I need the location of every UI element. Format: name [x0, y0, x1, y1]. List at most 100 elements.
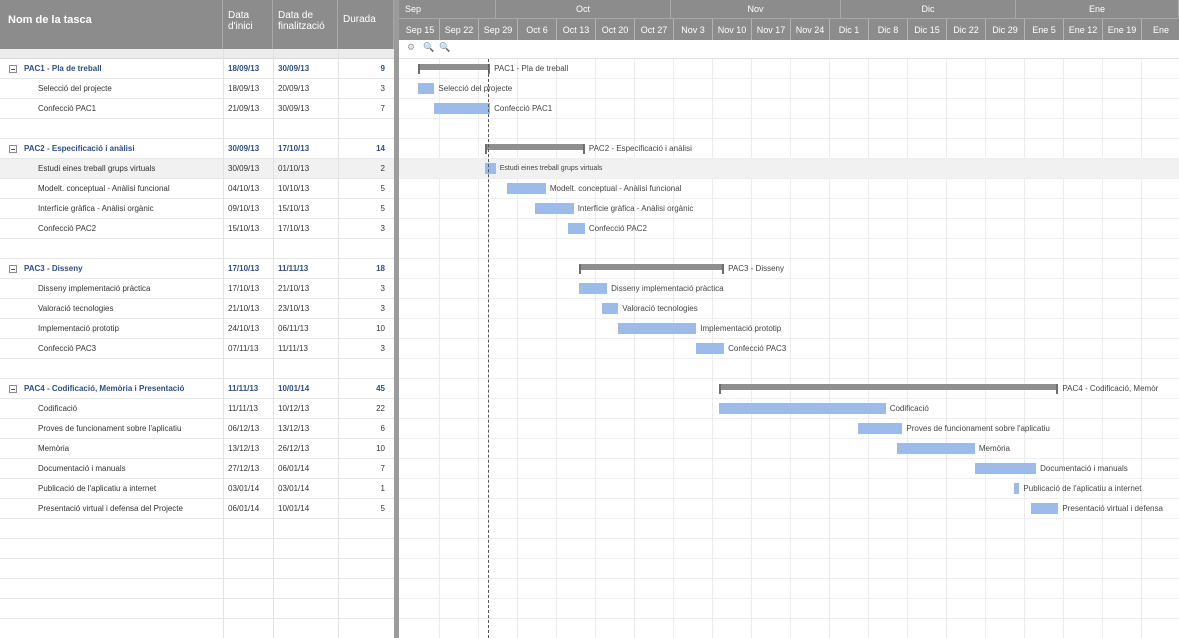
task-bar-label: Presentació virtual i defensa — [1062, 504, 1163, 513]
task-bar[interactable] — [857, 423, 903, 434]
column-header-end[interactable]: Data de finalització — [273, 0, 338, 49]
task-row[interactable]: Confecció PAC1 21/09/13 30/09/13 7 — [0, 99, 394, 119]
task-bar[interactable] — [484, 163, 496, 174]
task-group-row[interactable]: PAC1 - Pla de treball 18/09/13 30/09/13 9 — [0, 59, 394, 79]
task-bar[interactable] — [696, 343, 725, 354]
summary-bar[interactable] — [579, 264, 725, 274]
task-start-date: 18/09/13 — [228, 64, 260, 73]
task-row[interactable]: Confecció PAC3 07/11/13 11/11/13 3 — [0, 339, 394, 359]
summary-bar[interactable] — [417, 64, 491, 74]
task-row[interactable]: Implementació prototip 24/10/13 06/11/13 10 — [0, 319, 394, 339]
task-row[interactable]: Codificació 11/11/13 10/12/13 22 — [0, 399, 394, 419]
task-name: PAC4 - Codificació, Memòria i Presentaci… — [24, 384, 185, 393]
task-bar[interactable] — [1013, 483, 1020, 494]
task-row — [0, 239, 394, 259]
task-row[interactable]: Disseny implementació pràctica 17/10/13 21… — [0, 279, 394, 299]
gantt-row: Codificació — [399, 399, 1179, 419]
column-header-name[interactable]: Nom de la tasca — [0, 0, 223, 49]
task-bar-label: Memòria — [978, 444, 1010, 453]
gantt-row: Confecció PAC1 — [399, 99, 1179, 119]
task-bar[interactable] — [534, 203, 574, 214]
task-start-date: 30/09/13 — [228, 164, 260, 173]
zoom-out-icon[interactable]: 🔍 — [439, 42, 450, 53]
task-row[interactable]: Estudi eines treball grups virtuals 30/09… — [0, 159, 394, 179]
task-duration: 10 — [376, 324, 385, 333]
task-bar[interactable] — [568, 223, 585, 234]
task-row[interactable]: Interfície gràfica - Anàlisi orgànic 09/1… — [0, 199, 394, 219]
task-name: Selecció del projecte — [38, 84, 112, 93]
task-name: Estudi eines treball grups virtuals — [38, 164, 156, 173]
task-name: Proves de funcionament sobre l'aplicatiu — [38, 424, 182, 433]
task-bar[interactable] — [718, 403, 886, 414]
grid-header-spacer — [0, 49, 394, 59]
task-bar-label: Proves de funcionament sobre l'aplicatiu — [906, 424, 1050, 433]
today-marker — [488, 59, 489, 638]
task-end-date: 17/10/13 — [278, 144, 310, 153]
task-bar[interactable] — [974, 463, 1037, 474]
task-bar[interactable] — [618, 323, 697, 334]
task-row[interactable]: Documentació i manuals 27/12/13 06/01/14 7 — [0, 459, 394, 479]
task-row[interactable]: Presentació virtual i defensa del Projec… — [0, 499, 394, 519]
summary-bar[interactable] — [484, 144, 586, 154]
column-header-start[interactable]: Data d'inici — [223, 0, 273, 49]
task-start-date: 06/01/14 — [228, 504, 260, 513]
task-bar-label: Disseny implementació pràctica — [611, 284, 724, 293]
month-header: Dic — [841, 0, 1016, 18]
gantt-row — [399, 599, 1179, 619]
gantt-row: Interfície gràfica - Anàlisi orgànic — [399, 199, 1179, 219]
task-bar[interactable] — [506, 183, 546, 194]
task-row[interactable]: Memòria 13/12/13 26/12/13 10 — [0, 439, 394, 459]
task-end-date: 30/09/13 — [278, 104, 310, 113]
task-bar[interactable] — [579, 283, 608, 294]
week-header: Dic 1 — [830, 19, 869, 41]
task-duration: 3 — [380, 84, 385, 93]
task-group-row[interactable]: PAC3 - Disseny 17/10/13 11/11/13 18 — [0, 259, 394, 279]
month-header: Sep — [399, 0, 496, 18]
task-bar[interactable] — [601, 303, 619, 314]
gantt-row: Confecció PAC2 — [399, 219, 1179, 239]
task-start-date: 15/10/13 — [228, 224, 260, 233]
task-bar-label: Publicació de l'aplicatiu a internet — [1023, 484, 1142, 493]
week-header: Dic 22 — [947, 19, 986, 41]
task-end-date: 11/11/13 — [278, 344, 308, 353]
settings-icon[interactable]: ⚙ — [407, 42, 415, 53]
week-header: Dic 29 — [986, 19, 1025, 41]
task-group-row[interactable]: PAC4 - Codificació, Memòria i Presentaci… — [0, 379, 394, 399]
task-end-date: 06/11/13 — [278, 324, 309, 333]
task-row — [0, 619, 394, 638]
task-end-date: 26/12/13 — [278, 444, 310, 453]
task-duration: 2 — [380, 164, 385, 173]
task-row[interactable]: Confecció PAC2 15/10/13 17/10/13 3 — [0, 219, 394, 239]
week-header: Nov 24 — [791, 19, 830, 41]
task-group-row[interactable]: PAC2 - Especificació i anàlisi 30/09/13 17… — [0, 139, 394, 159]
week-header: Nov 10 — [713, 19, 752, 41]
task-bar[interactable] — [896, 443, 975, 454]
task-name: Implementació prototip — [38, 324, 119, 333]
task-row — [0, 119, 394, 139]
task-start-date: 11/11/13 — [228, 384, 259, 393]
task-duration: 6 — [380, 424, 385, 433]
column-header-duration[interactable]: Durada — [338, 0, 394, 49]
week-header: Ene 5 — [1025, 19, 1064, 41]
summary-bar[interactable] — [718, 384, 1059, 394]
task-bar-label: Valoració tecnologies — [622, 304, 698, 313]
task-row[interactable]: Modelt. conceptual - Anàlisi funcional 04… — [0, 179, 394, 199]
week-header: Oct 6 — [518, 19, 557, 41]
task-bar[interactable] — [417, 83, 435, 94]
column-divider — [338, 49, 339, 638]
task-bar[interactable] — [434, 103, 491, 114]
task-bar[interactable] — [1030, 503, 1059, 514]
task-bar-label: Implementació prototip — [700, 324, 782, 333]
week-header: Ene — [1142, 19, 1179, 41]
task-row[interactable]: Selecció del projecte 18/09/13 20/09/13 3 — [0, 79, 394, 99]
task-row[interactable]: Proves de funcionament sobre l'aplicatiu… — [0, 419, 394, 439]
task-name: Codificació — [38, 404, 78, 413]
task-row[interactable]: Publicació de l'aplicatiu a internet 03/0… — [0, 479, 394, 499]
gantt-row — [399, 559, 1179, 579]
task-name: Memòria — [38, 444, 70, 453]
task-name: Presentació virtual i defensa del Projec… — [38, 504, 183, 513]
week-header: Sep 29 — [479, 19, 518, 41]
zoom-in-icon[interactable]: 🔍 — [423, 42, 434, 53]
task-name: Documentació i manuals — [38, 464, 126, 473]
task-row[interactable]: Valoració tecnologies 21/10/13 23/10/13 3 — [0, 299, 394, 319]
